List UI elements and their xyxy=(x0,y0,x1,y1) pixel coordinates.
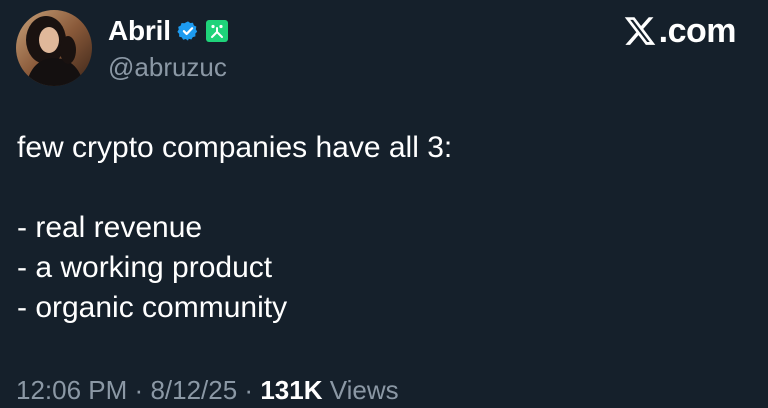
name-row: Abril xyxy=(108,13,229,49)
display-name[interactable]: Abril xyxy=(108,15,171,47)
meta-separator: · xyxy=(244,375,254,405)
post-line: - a working product xyxy=(17,251,273,284)
post-line: - real revenue xyxy=(17,211,203,244)
post-text: few crypto companies have all 3: - real … xyxy=(17,128,737,328)
author-identity: Abril @abruzuc xyxy=(108,13,229,83)
views-count: 131K xyxy=(260,375,323,405)
verified-badge-icon xyxy=(177,20,199,42)
post-line: - organic community xyxy=(17,291,288,324)
post-line: few crypto companies have all 3: xyxy=(17,131,453,164)
brand-mark: .com xyxy=(623,12,737,50)
meta-separator: · xyxy=(134,375,144,405)
author-handle[interactable]: @abruzuc xyxy=(108,51,229,83)
post-time[interactable]: 12:06 PM xyxy=(16,375,127,405)
post-header: Abril @abruzuc xyxy=(16,10,229,86)
affiliate-badge-icon xyxy=(205,19,229,43)
post-line-blank xyxy=(17,168,737,208)
post-metadata: 12:06 PM · 8/12/25 · 131K Views xyxy=(16,373,399,407)
brand-domain-text: .com xyxy=(658,12,737,50)
post-card: Abril @abruzuc .com few crypto companies… xyxy=(0,0,768,408)
post-date[interactable]: 8/12/25 xyxy=(150,375,237,405)
avatar-image xyxy=(16,10,92,86)
views-label: Views xyxy=(329,375,399,405)
x-logo-icon xyxy=(623,14,657,48)
avatar[interactable] xyxy=(16,10,92,86)
